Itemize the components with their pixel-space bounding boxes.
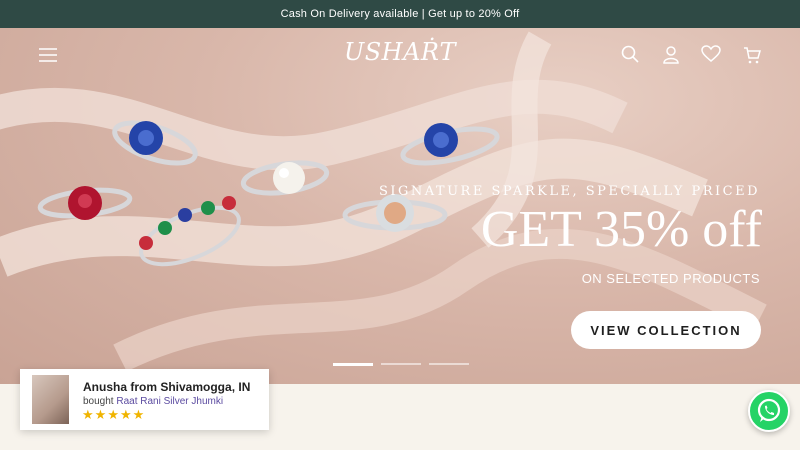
star-icon: ★ — [119, 407, 133, 422]
wishlist-heart-icon[interactable] — [700, 43, 722, 65]
star-icon: ★ — [82, 407, 95, 422]
rating-stars: ★★★★★ — [82, 407, 145, 423]
hero-banner[interactable]: Signature Sparkle, Specially Priced GET … — [0, 28, 800, 384]
slide-indicators — [333, 362, 469, 366]
menu-icon[interactable] — [37, 44, 59, 66]
star-icon: ★ — [94, 407, 108, 422]
announcement-bar: Cash On Delivery available | Get up to 2… — [0, 0, 800, 28]
purchase-text: bought Raat Rani Silver Jhumki — [83, 396, 223, 407]
whatsapp-icon — [757, 398, 781, 422]
star-icon: ★ — [132, 407, 146, 422]
hero-note: ON SELECTED PRODUCTS — [581, 271, 760, 286]
slide-indicator-1[interactable] — [333, 362, 373, 366]
account-icon[interactable] — [660, 44, 682, 66]
hero-title: GET 35% off — [480, 201, 762, 258]
slide-indicator-3[interactable] — [429, 363, 469, 365]
bought-prefix: bought — [83, 396, 117, 407]
buyer-name: Anusha from Shivamogga, IN — [83, 380, 251, 394]
hero-subtitle: Signature Sparkle, Specially Priced — [378, 184, 760, 199]
logo[interactable]: USHAṘT — [340, 34, 460, 74]
recent-purchase-popup[interactable]: Anusha from Shivamogga, IN bought Raat R… — [20, 369, 269, 430]
search-icon[interactable] — [619, 43, 641, 65]
cart-icon[interactable] — [741, 44, 763, 66]
slide-indicator-2[interactable] — [381, 363, 421, 365]
product-thumbnail — [32, 375, 69, 424]
purchased-product-link[interactable]: Raat Rani Silver Jhumki — [116, 396, 223, 407]
star-icon: ★ — [107, 407, 120, 422]
view-collection-button[interactable]: VIEW COLLECTION — [571, 311, 761, 349]
site-header: USHAṘT — [0, 28, 800, 80]
whatsapp-chat-button[interactable] — [748, 390, 790, 432]
announcement-text: Cash On Delivery available | Get up to 2… — [280, 8, 520, 20]
